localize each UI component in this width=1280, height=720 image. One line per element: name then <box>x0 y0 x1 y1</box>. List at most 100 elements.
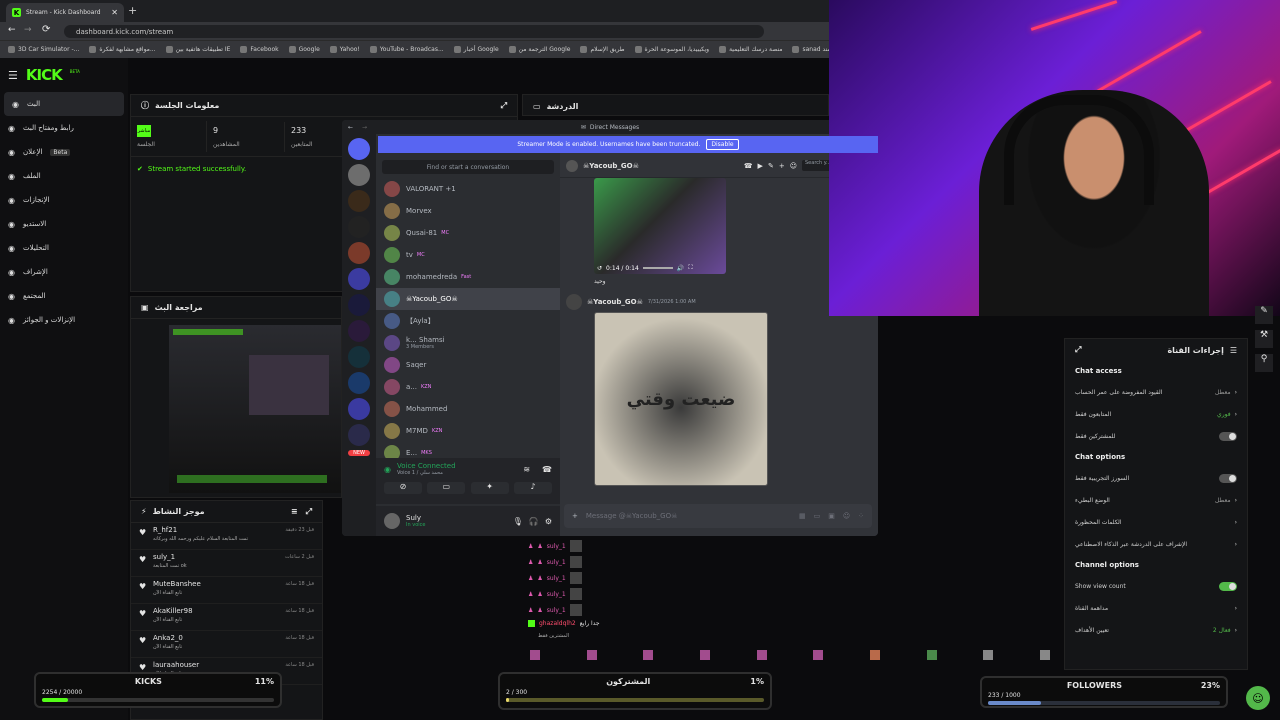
server-icon[interactable] <box>348 294 370 316</box>
camera-off-button[interactable]: ⊘ <box>384 482 422 494</box>
server-icon[interactable] <box>348 216 370 238</box>
profile-icon[interactable]: ☺ <box>790 162 797 170</box>
dm-item[interactable]: tv MC <box>376 244 560 266</box>
stream-preview-video[interactable] <box>169 325 341 493</box>
dm-item[interactable]: VALORANT +1 <box>376 178 560 200</box>
add-attachment-icon[interactable]: + <box>572 512 578 520</box>
replay-icon[interactable]: ↺ <box>597 265 602 272</box>
edit-icon[interactable]: ✎ <box>1255 306 1273 324</box>
dm-search-input[interactable]: Find or start a conversation <box>382 160 554 174</box>
avatar[interactable] <box>384 513 400 529</box>
kick-logo[interactable]: KICK <box>26 66 63 84</box>
action-row[interactable]: القيود المفروضة على عمر الحساب معطل › <box>1065 381 1247 403</box>
new-tab-button[interactable]: + <box>128 4 137 17</box>
chat-username[interactable]: ghazaldqlh2 <box>539 620 576 627</box>
fullscreen-icon[interactable]: ⛶ <box>688 264 692 272</box>
url-field[interactable]: dashboard.kick.com/stream <box>64 25 764 38</box>
back-icon[interactable]: ← <box>8 25 16 35</box>
action-row[interactable]: الوضع البطيء معطل › <box>1065 489 1247 511</box>
bookmark-item[interactable]: 3D Car Simulator -... <box>8 46 79 53</box>
sidebar-item[interactable]: ◉ البث <box>4 92 124 116</box>
dm-item[interactable]: M7MD KZN <box>376 420 560 442</box>
sidebar-item[interactable]: ◉ الاستديو <box>0 212 128 236</box>
server-icon[interactable] <box>348 190 370 212</box>
bookmark-item[interactable]: مواقع مشابهة لفكرة... <box>89 46 156 53</box>
gif-icon[interactable]: ▭ <box>814 512 821 520</box>
dm-item[interactable]: mohamedreda Fast <box>376 266 560 288</box>
chat-username[interactable]: suly_1 <box>547 607 566 614</box>
video-attachment[interactable]: ↺ 0:14 / 0:14 🔊 ⛶ <box>594 178 726 274</box>
soundboard-button[interactable]: ♪ <box>513 482 552 494</box>
sidebar-item[interactable]: ◉ الإنزالات و الجوائز <box>0 308 128 332</box>
wrench-icon[interactable]: ⚒ <box>1255 330 1273 348</box>
activity-username[interactable]: lauraahouser <box>153 661 199 669</box>
server-icon[interactable] <box>348 372 370 394</box>
activity-button[interactable]: ✦ <box>470 482 509 494</box>
expand-icon[interactable]: ⤢ <box>306 507 312 517</box>
chat-username[interactable]: suly_1 <box>547 543 566 550</box>
bookmark-item[interactable]: Facebook <box>240 46 279 53</box>
pin-icon[interactable]: ⚲ <box>1255 354 1273 372</box>
add-friend-icon[interactable]: + <box>779 162 785 170</box>
reload-icon[interactable]: ⟳ <box>42 24 50 35</box>
bookmark-item[interactable]: طريق الإسلام <box>580 46 625 53</box>
dm-item[interactable]: 【Ayla】 <box>376 310 560 332</box>
bookmark-item[interactable]: ويكيبيديا، الموسوعة الحرة <box>634 46 709 53</box>
activity-username[interactable]: Anka2_0 <box>153 634 183 642</box>
server-icon[interactable] <box>348 164 370 186</box>
bookmark-item[interactable]: منصة درسك التعليمية <box>719 46 782 53</box>
dm-item[interactable]: a... KZN <box>376 376 560 398</box>
dm-item[interactable]: ☠Yacoub_GO☠ <box>376 288 560 310</box>
sidebar-item[interactable]: ◉ الإعلان Beta <box>0 140 128 164</box>
toggle-switch[interactable] <box>1219 581 1237 591</box>
headset-icon[interactable]: 🎧 <box>529 517 539 526</box>
chat-username[interactable]: suly_1 <box>547 591 566 598</box>
disable-button[interactable]: Disable <box>706 139 739 150</box>
forward-arrow-icon[interactable]: → <box>362 124 367 131</box>
disconnect-icon[interactable]: ☎ <box>542 465 552 474</box>
action-row[interactable]: المتابعون فقط فوري › <box>1065 403 1247 425</box>
support-chat-button[interactable]: ☺ <box>1246 686 1270 710</box>
activity-username[interactable]: MuteBanshee <box>153 580 201 588</box>
image-attachment[interactable]: ضيعت وقتي <box>594 312 768 486</box>
browser-tab[interactable]: K Stream - Kick Dashboard ✕ <box>6 3 124 22</box>
toggle-switch[interactable] <box>1219 431 1237 441</box>
bookmark-item[interactable]: الترجمة من Google <box>508 46 570 53</box>
bookmark-item[interactable]: أخبار Google <box>453 46 499 53</box>
discord-home-icon[interactable] <box>348 138 370 160</box>
server-icon[interactable] <box>348 320 370 342</box>
sidebar-item[interactable]: ◉ الإشراف <box>0 260 128 284</box>
bookmark-item[interactable]: sanad سند <box>792 46 832 53</box>
sidebar-item[interactable]: ◉ المجتمع <box>0 284 128 308</box>
bookmark-item[interactable]: Google <box>288 46 320 53</box>
screen-share-button[interactable]: ▭ <box>427 482 466 494</box>
server-icon[interactable] <box>348 346 370 368</box>
sidebar-item[interactable]: ◉ الملف <box>0 164 128 188</box>
server-icon[interactable] <box>348 398 370 420</box>
expand-icon[interactable]: ⤢ <box>501 101 507 111</box>
message-input[interactable]: + Message @☠Yacoub_GO☠ ▦ ▭ ▣ ☺ ⁘ <box>564 504 872 528</box>
action-row[interactable]: مداهمة القناة › <box>1065 597 1247 619</box>
video-icon[interactable]: ▶ <box>758 162 763 170</box>
action-row[interactable]: Show view count <box>1065 575 1247 597</box>
dm-item[interactable]: Morvex <box>376 200 560 222</box>
apps-icon[interactable]: ⁘ <box>858 512 864 520</box>
gift-icon[interactable]: ▦ <box>799 512 806 520</box>
server-icon[interactable] <box>348 268 370 290</box>
action-row[interactable]: الكلمات المحظورة › <box>1065 511 1247 533</box>
bookmark-item[interactable]: YouTube - Broadcas... <box>369 46 444 53</box>
sidebar-item[interactable]: ◉ التحليلات <box>0 236 128 260</box>
activity-username[interactable]: suly_1 <box>153 553 175 561</box>
toggle-switch[interactable] <box>1219 473 1237 483</box>
dm-item[interactable]: Qusai-81 MC <box>376 222 560 244</box>
voice-channel[interactable]: Voice 1 / محمد سلي <box>397 470 517 476</box>
close-tab-icon[interactable]: ✕ <box>111 8 118 17</box>
chat-username[interactable]: suly_1 <box>547 559 566 566</box>
dm-item[interactable]: k... Shamsi 3 Members <box>376 332 560 354</box>
activity-username[interactable]: AkaKiller98 <box>153 607 193 615</box>
bookmark-item[interactable]: Yahoo! <box>329 46 360 53</box>
forward-icon[interactable]: → <box>24 25 32 35</box>
settings-gear-icon[interactable]: ⚙ <box>545 517 552 526</box>
emoji-icon[interactable]: ☺ <box>843 512 850 520</box>
action-row[interactable]: تعيين الأهداف فعال 2 › <box>1065 619 1247 641</box>
